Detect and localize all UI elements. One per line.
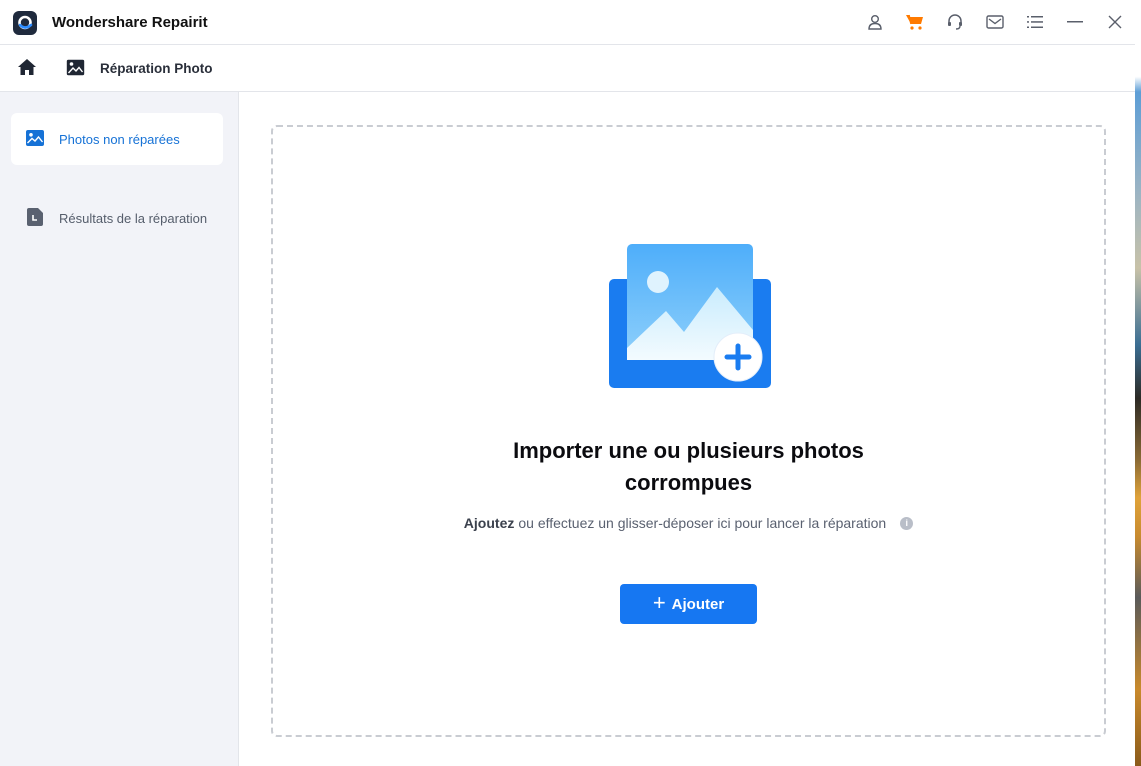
cart-icon[interactable] bbox=[895, 5, 935, 39]
sidebar-item-label: Photos non réparées bbox=[59, 131, 180, 147]
sidebar-item-unrepaired-photos[interactable]: Photos non réparées bbox=[11, 113, 223, 165]
title-bar-actions bbox=[855, 0, 1135, 44]
plus-icon: + bbox=[652, 590, 666, 615]
minimize-icon[interactable] bbox=[1055, 5, 1095, 39]
drop-zone[interactable]: Importer une ou plusieurs photos corromp… bbox=[271, 125, 1106, 737]
support-headset-icon[interactable] bbox=[935, 5, 975, 39]
info-icon[interactable]: i bbox=[900, 516, 914, 530]
app-title: Wondershare Repairit bbox=[52, 14, 208, 31]
home-icon[interactable] bbox=[17, 58, 37, 81]
hint-bold-text[interactable]: Ajoutez bbox=[464, 515, 515, 531]
account-icon[interactable] bbox=[855, 5, 895, 39]
mail-icon[interactable] bbox=[975, 5, 1015, 39]
document-icon bbox=[27, 208, 43, 231]
sidebar: Photos non réparées Résultats de la répa… bbox=[0, 92, 239, 766]
drop-zone-heading: Importer une ou plusieurs photos corromp… bbox=[273, 435, 1104, 499]
page-title: Réparation Photo bbox=[100, 61, 213, 76]
hint-text: ou effectuez un glisser-déposer ici pour… bbox=[518, 515, 887, 531]
heading-line-2: corrompues bbox=[624, 470, 753, 495]
add-button[interactable]: + Ajouter bbox=[620, 584, 757, 624]
nav-bar: Réparation Photo bbox=[0, 45, 1135, 92]
app-window: Wondershare Repairit Réparation Photo Ph… bbox=[0, 0, 1135, 766]
sidebar-item-label: Résultats de la réparation bbox=[59, 210, 208, 226]
close-icon[interactable] bbox=[1095, 5, 1135, 39]
heading-line-1: Importer une ou plusieurs photos bbox=[513, 438, 864, 463]
photo-icon bbox=[26, 130, 44, 151]
sidebar-item-repair-results[interactable]: Résultats de la réparation bbox=[11, 192, 223, 244]
app-logo-icon bbox=[13, 11, 37, 35]
drop-zone-hint: Ajoutez ou effectuez un glisser-déposer … bbox=[273, 515, 1104, 531]
title-bar: Wondershare Repairit bbox=[0, 0, 1135, 45]
add-button-label: Ajouter bbox=[671, 595, 725, 613]
add-photo-illustration-icon bbox=[609, 244, 773, 390]
photo-icon bbox=[66, 59, 85, 81]
desktop-wallpaper-edge bbox=[1135, 0, 1141, 766]
menu-list-icon[interactable] bbox=[1015, 5, 1055, 39]
